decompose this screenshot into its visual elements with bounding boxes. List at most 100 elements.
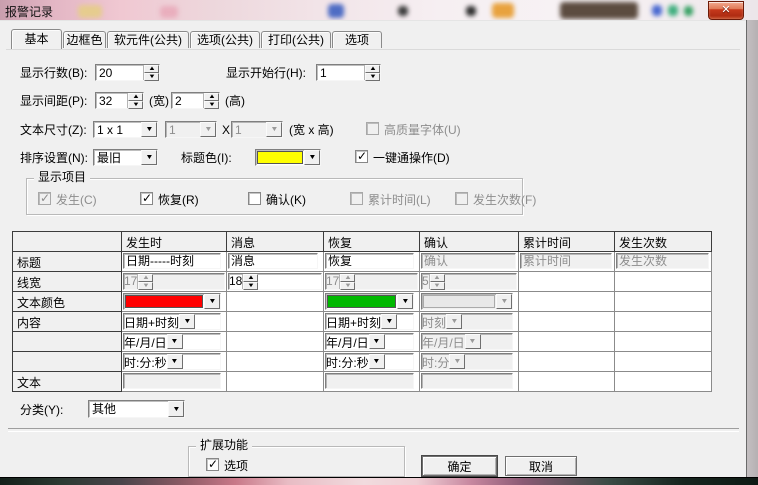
occur-checkbox [38, 192, 51, 205]
tab-pane-edge [6, 48, 740, 50]
hq-font-label: 高质量字体(U) [384, 124, 461, 137]
confirm-checkbox[interactable] [248, 192, 261, 205]
desktop-blur-blob [560, 2, 638, 19]
sort-combo[interactable]: 最旧 [93, 149, 158, 166]
spinner-up-icon[interactable] [144, 65, 159, 73]
content-restore-combo-1[interactable]: 日期+时刻 [325, 313, 414, 330]
display-start-row-spinner[interactable]: 1 [316, 64, 381, 81]
dropdown-arrow-icon[interactable] [141, 150, 157, 165]
spinner-up-icon[interactable] [204, 93, 219, 101]
row-label-blank [13, 332, 122, 352]
spinner-down-icon[interactable] [365, 73, 380, 81]
title-color-combo[interactable] [255, 149, 321, 166]
content-restore-combo-3[interactable]: 时:分:秒 [325, 353, 414, 370]
dropdown-arrow-icon[interactable] [304, 150, 320, 165]
dropdown-arrow-icon [496, 294, 512, 309]
color-occur-combo[interactable] [123, 293, 221, 310]
onekey-checkbox[interactable] [355, 150, 368, 163]
width-message-spinner[interactable]: 18 [228, 273, 322, 290]
display-spacing-height-spinner[interactable]: 2 [171, 92, 220, 109]
restore-checkbox-label: 恢复(R) [158, 194, 199, 207]
dropdown-arrow-icon[interactable] [167, 334, 183, 349]
desktop-blur-blob [668, 5, 678, 16]
spinner-down-icon[interactable] [128, 101, 143, 109]
dropdown-arrow-icon [449, 354, 465, 369]
window-right-border [746, 20, 758, 477]
dropdown-arrow-icon[interactable] [179, 314, 195, 329]
tab-device-common[interactable]: 软元件(公共) [107, 31, 189, 48]
text-confirm-box [421, 373, 513, 389]
text-size-label: 文本尺寸(Z): [20, 124, 87, 137]
dropdown-arrow-icon[interactable] [381, 314, 397, 329]
desktop-blur-blob [684, 6, 693, 16]
row-label-content: 内容 [13, 312, 122, 332]
content-confirm-combo-3: 时:分 [421, 353, 513, 370]
spinner-down-icon[interactable] [243, 282, 258, 290]
display-rows-spinner[interactable]: 20 [95, 64, 160, 81]
cancel-button[interactable]: 取消 [505, 456, 577, 476]
sort-label: 排序设置(N): [20, 152, 88, 165]
col-header-occur: 发生时 [122, 232, 227, 252]
cumulative-time-checkbox-label: 累计时间(L) [368, 194, 431, 207]
col-header-message: 消息 [227, 232, 324, 252]
restore-checkbox[interactable] [140, 192, 153, 205]
tab-print-common[interactable]: 打印(公共) [261, 31, 331, 48]
width-confirm-spinner: 5 [421, 273, 517, 290]
spinner-up-icon[interactable] [243, 274, 258, 282]
title-message-input[interactable]: 消息 [228, 253, 318, 269]
display-spacing-width-spinner[interactable]: 32 [95, 92, 144, 109]
text-occur-box [123, 373, 221, 389]
table-corner [13, 232, 122, 252]
text-size-width-combo: 1 [165, 121, 217, 138]
title-bar: 报警记录 ✕ [0, 0, 758, 20]
color-restore-combo[interactable] [325, 293, 414, 310]
window-bottom-border [0, 477, 758, 485]
content-occur-combo-3[interactable]: 时:分:秒 [123, 353, 221, 370]
spinner-down-icon[interactable] [144, 73, 159, 81]
row-label-width: 线宽 [13, 272, 122, 292]
category-combo[interactable]: 其他 [88, 400, 185, 418]
desktop-blur-blob [466, 6, 476, 16]
display-items-group: 显示项目 发生(C) 恢复(R) 确认(K) 累计时间(L) 发生次数(F) [26, 178, 523, 215]
tab-options[interactable]: 选项 [332, 31, 382, 48]
title-confirm-input: 确认 [421, 253, 516, 269]
spinner-up-icon[interactable] [128, 93, 143, 101]
color-confirm-combo [421, 293, 513, 310]
extension-options-checkbox[interactable] [206, 458, 219, 471]
display-items-group-title: 显示项目 [34, 171, 90, 184]
spinner-down-icon [138, 282, 153, 290]
spinner-down-icon [430, 282, 445, 290]
content-occur-combo-2[interactable]: 年/月/日 [123, 333, 221, 350]
dropdown-arrow-icon[interactable] [141, 122, 157, 137]
dropdown-arrow-icon[interactable] [369, 334, 385, 349]
spinner-up-icon [340, 274, 355, 282]
occur-checkbox-label: 发生(C) [56, 194, 97, 207]
close-button[interactable]: ✕ [708, 1, 744, 20]
alarm-record-dialog: 报警记录 ✕ 基本 边框色 软元件(公共) 选项(公共) 打印(公共) 选项 显… [0, 0, 758, 485]
title-occur-input[interactable]: 日期-----时刻 [123, 253, 221, 269]
dropdown-arrow-icon[interactable] [397, 294, 413, 309]
tab-border-color[interactable]: 边框色 [63, 31, 106, 48]
dropdown-arrow-icon[interactable] [369, 354, 385, 369]
display-spacing-label: 显示间距(P): [20, 95, 87, 108]
cumulative-time-checkbox [350, 192, 363, 205]
ok-button[interactable]: 确定 [422, 456, 497, 476]
row-label-text: 文本 [13, 372, 122, 392]
tab-basic[interactable]: 基本 [11, 29, 62, 49]
text-size-combo[interactable]: 1 x 1 [93, 121, 158, 138]
text-size-height-combo: 1 [231, 121, 283, 138]
spinner-up-icon [430, 274, 445, 282]
close-icon: ✕ [721, 5, 730, 16]
title-restore-input[interactable]: 恢复 [325, 253, 414, 269]
dropdown-arrow-icon[interactable] [168, 401, 184, 417]
content-occur-combo-1[interactable]: 日期+时刻 [123, 313, 221, 330]
spinner-up-icon[interactable] [365, 65, 380, 73]
spinner-down-icon[interactable] [204, 101, 219, 109]
dropdown-arrow-icon[interactable] [167, 354, 183, 369]
dialog-body: 基本 边框色 软元件(公共) 选项(公共) 打印(公共) 选项 显示行数(B):… [0, 20, 746, 477]
extension-options-label: 选项 [224, 460, 248, 473]
dropdown-arrow-icon[interactable] [204, 294, 220, 309]
content-restore-combo-2[interactable]: 年/月/日 [325, 333, 414, 350]
tab-options-common[interactable]: 选项(公共) [190, 31, 260, 48]
onekey-label: 一键通操作(D) [373, 152, 450, 165]
